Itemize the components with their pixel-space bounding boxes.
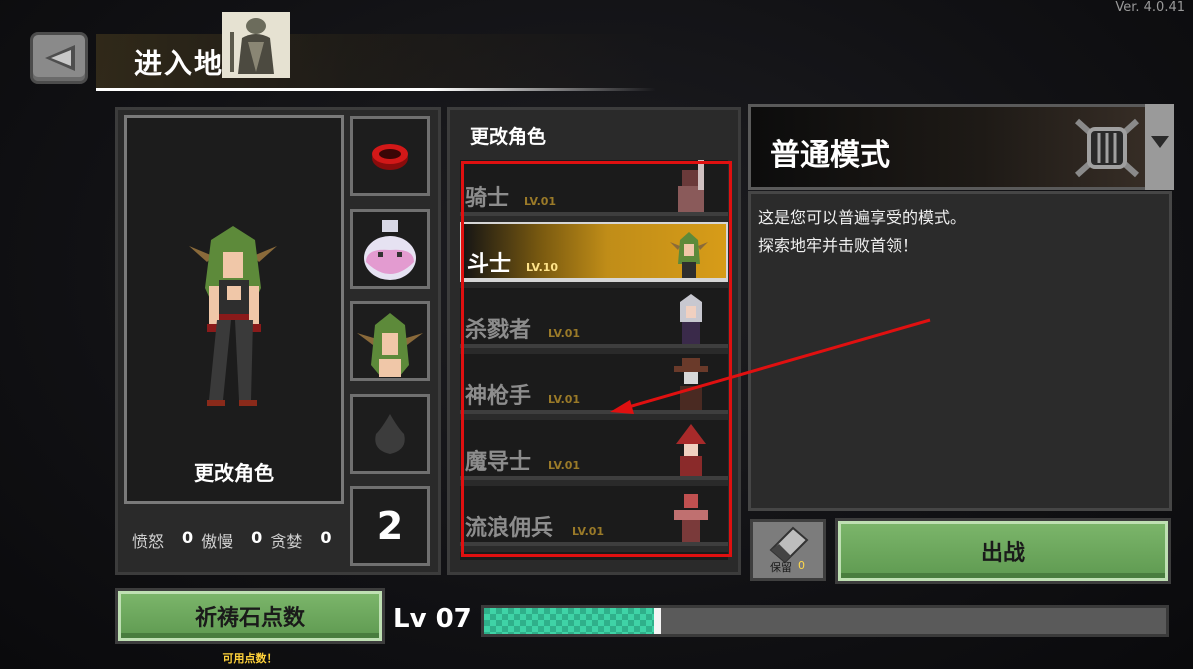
experience-bar: [481, 605, 1169, 637]
prayer-stone-points-button[interactable]: 祈祷石点数: [118, 591, 382, 641]
experience-fill: [484, 608, 662, 634]
start-battle-button[interactable]: 出战: [838, 521, 1168, 581]
keep-count: 0: [798, 559, 805, 572]
player-level: Lv 07: [393, 604, 472, 634]
experience-fill-cap: [654, 608, 662, 634]
available-points-notice: 可用点数！: [222, 652, 278, 665]
keep-label: 保留: [770, 561, 792, 574]
